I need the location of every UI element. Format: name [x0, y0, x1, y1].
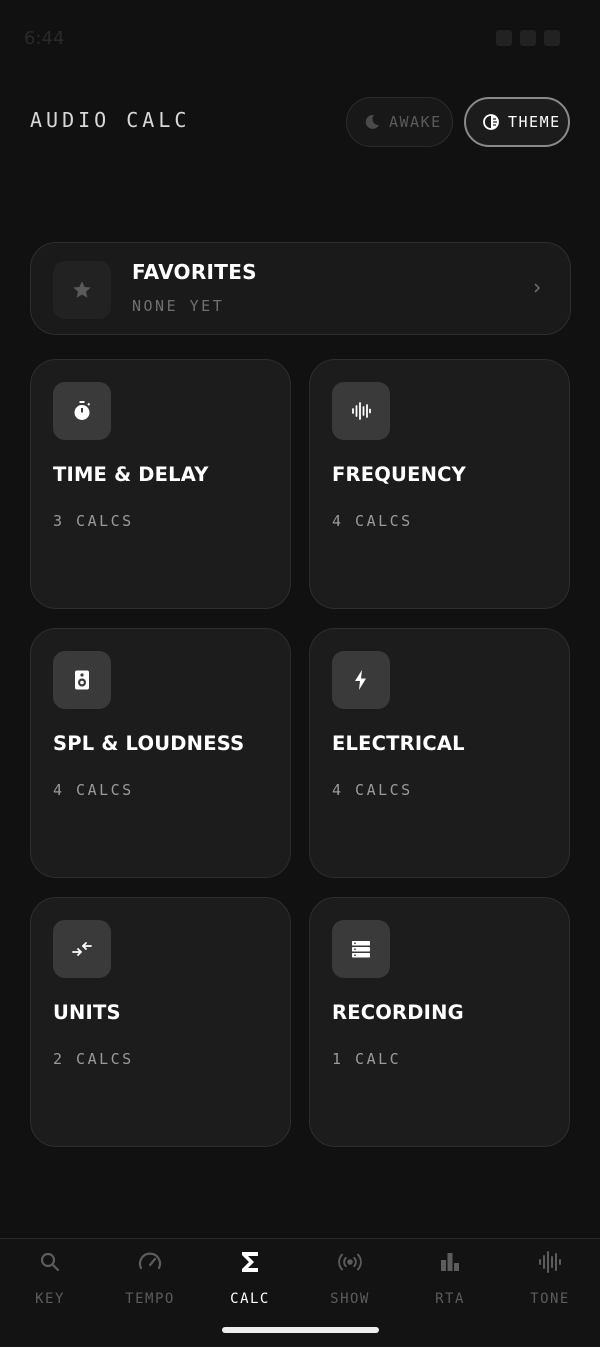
category-card-time-delay[interactable]: TIME & DELAY 3 CALCS [30, 359, 291, 609]
chevron-right-icon [532, 279, 544, 297]
category-count: 1 CALC [332, 1050, 402, 1068]
contrast-icon [482, 113, 500, 131]
theme-toggle-button[interactable]: THEME [464, 97, 570, 147]
category-count: 4 CALCS [53, 781, 134, 799]
nav-item-key[interactable]: KEY [0, 1239, 100, 1319]
nav-item-show[interactable]: SHOW [300, 1239, 400, 1319]
category-card-spl-loudness[interactable]: SPL & LOUDNESS 4 CALCS [30, 628, 291, 878]
nav-item-calc[interactable]: CALC [200, 1239, 300, 1319]
nav-label: TEMPO [125, 1291, 175, 1307]
battery-icon [544, 30, 560, 46]
category-title: FREQUENCY [332, 463, 466, 486]
nav-label: KEY [35, 1291, 65, 1307]
broadcast-icon [337, 1249, 363, 1275]
status-icons [496, 30, 560, 46]
favorites-subtitle: NONE YET [132, 297, 225, 315]
lightning-icon [332, 651, 390, 709]
category-title: RECORDING [332, 1001, 464, 1024]
favorites-card[interactable]: FAVORITES NONE YET [30, 242, 571, 335]
category-title: TIME & DELAY [53, 463, 209, 486]
sigma-icon [237, 1249, 263, 1275]
category-title: SPL & LOUDNESS [53, 732, 245, 755]
storage-icon [332, 920, 390, 978]
theme-label: THEME [508, 113, 561, 131]
status-time: 6:44 [24, 28, 65, 49]
category-count: 3 CALCS [53, 512, 134, 530]
home-indicator[interactable] [222, 1327, 379, 1333]
nav-item-tone[interactable]: TONE [500, 1239, 600, 1319]
wifi-icon [496, 30, 512, 46]
favorites-title: FAVORITES [132, 260, 257, 284]
status-bar: 6:44 [0, 0, 600, 80]
speaker-icon [53, 651, 111, 709]
category-count: 4 CALCS [332, 781, 413, 799]
category-card-frequency[interactable]: FREQUENCY 4 CALCS [309, 359, 570, 609]
category-title: ELECTRICAL [332, 732, 465, 755]
speedometer-icon [137, 1249, 163, 1275]
app-title: AUDIO CALC [30, 108, 191, 132]
awake-toggle-button[interactable]: AWAKE [346, 97, 453, 147]
waveform-icon [537, 1249, 563, 1275]
category-count: 2 CALCS [53, 1050, 134, 1068]
category-count: 4 CALCS [332, 512, 413, 530]
nav-item-rta[interactable]: RTA [400, 1239, 500, 1319]
waveform-icon [332, 382, 390, 440]
nav-item-tempo[interactable]: TEMPO [100, 1239, 200, 1319]
nav-label: CALC [230, 1291, 270, 1307]
star-icon [53, 261, 111, 319]
category-title: UNITS [53, 1001, 121, 1024]
bar-chart-icon [437, 1249, 463, 1275]
nav-label: TONE [530, 1291, 570, 1307]
moon-icon [363, 113, 381, 131]
category-card-units[interactable]: UNITS 2 CALCS [30, 897, 291, 1147]
nav-label: RTA [435, 1291, 465, 1307]
category-card-electrical[interactable]: ELECTRICAL 4 CALCS [309, 628, 570, 878]
awake-label: AWAKE [389, 113, 442, 131]
search-icon [37, 1249, 63, 1275]
stopwatch-icon [53, 382, 111, 440]
nav-label: SHOW [330, 1291, 370, 1307]
convert-arrows-icon [53, 920, 111, 978]
category-card-recording[interactable]: RECORDING 1 CALC [309, 897, 570, 1147]
signal-icon [520, 30, 536, 46]
